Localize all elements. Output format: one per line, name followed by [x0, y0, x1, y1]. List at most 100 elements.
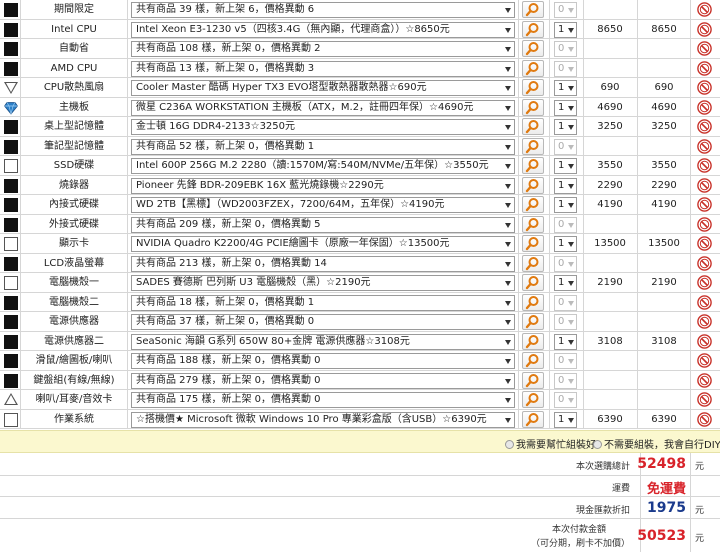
- magnifier-icon: [523, 158, 543, 176]
- cancel-icon[interactable]: [697, 119, 712, 134]
- unit-price: 3250: [597, 121, 623, 132]
- quantity-select[interactable]: 1: [554, 197, 577, 213]
- product-select[interactable]: 共有商品 108 樣，新上架 0，價格異動 2: [131, 41, 515, 57]
- chevron-down-icon: [505, 105, 511, 111]
- search-button[interactable]: [522, 391, 544, 408]
- quantity-select[interactable]: 1: [554, 411, 577, 428]
- quantity-select[interactable]: 1: [554, 80, 577, 96]
- cancel-icon[interactable]: [697, 333, 712, 349]
- chevron-down-icon: [505, 27, 511, 33]
- cancel-icon[interactable]: [697, 392, 712, 407]
- quantity-select[interactable]: 1: [554, 177, 577, 194]
- cancel-icon[interactable]: [697, 99, 712, 115]
- chevron-down-icon: [568, 8, 574, 13]
- cancel-icon[interactable]: [697, 411, 712, 427]
- search-button[interactable]: [522, 20, 544, 38]
- search-button[interactable]: [522, 196, 544, 213]
- assembly-diy-radio[interactable]: 不需要組裝，我會自行DIY: [593, 436, 720, 451]
- component-row: 電源供應器 共有商品 37 樣，新上架 0，價格異動 0 0: [0, 312, 720, 332]
- cancel-icon[interactable]: [697, 314, 712, 329]
- product-select[interactable]: 共有商品 279 樣，新上架 0，價格異動 0: [131, 372, 515, 389]
- product-select[interactable]: 共有商品 175 樣，新上架 0，價格異動 0: [131, 392, 515, 408]
- product-select[interactable]: 共有商品 37 樣，新上架 0，價格異動 0: [131, 314, 515, 330]
- cancel-icon[interactable]: [697, 80, 712, 95]
- product-select[interactable]: ☆搭機價★ Microsoft 微軟 Windows 10 Pro 專業彩盒版（…: [131, 411, 515, 428]
- cash-discount-unit: 元: [695, 506, 705, 516]
- search-button[interactable]: [522, 1, 544, 18]
- assembly-needed-radio[interactable]: 我需要幫忙組裝好: [505, 436, 596, 451]
- payment-label: 本次付款金額: [551, 525, 606, 535]
- search-button[interactable]: [522, 352, 544, 369]
- cancel-icon[interactable]: [697, 2, 712, 17]
- quantity-select[interactable]: 1: [554, 236, 577, 252]
- quantity-value: 0: [558, 394, 565, 405]
- product-select[interactable]: 共有商品 213 樣，新上架 0，價格異動 14: [131, 255, 515, 272]
- search-button[interactable]: [522, 410, 544, 428]
- quantity-select[interactable]: 1: [554, 333, 577, 350]
- search-button[interactable]: [522, 332, 544, 350]
- product-select[interactable]: 共有商品 39 樣，新上架 6，價格異動 6: [131, 2, 515, 18]
- line-subtotal: 13500: [648, 238, 680, 249]
- product-select[interactable]: 金士頓 16G DDR4-2133☆3250元: [131, 119, 515, 135]
- product-select[interactable]: 共有商品 188 樣，新上架 0，價格異動 0: [131, 353, 515, 369]
- cancel-icon[interactable]: [697, 41, 712, 56]
- quantity-select[interactable]: 1: [554, 275, 577, 291]
- cancel-icon[interactable]: [697, 216, 712, 232]
- product-select[interactable]: Intel Xeon E3-1230 v5（四核3.4G（無內顯，代理商盒））☆…: [131, 21, 515, 38]
- unit-price: 4690: [597, 101, 623, 113]
- cancel-icon[interactable]: [697, 21, 712, 37]
- product-select[interactable]: WD 2TB【黑標】（WD2003FZEX，7200/64M，五年保）☆4190…: [131, 197, 515, 213]
- cancel-icon[interactable]: [697, 372, 712, 388]
- cancel-icon[interactable]: [697, 60, 712, 76]
- search-button[interactable]: [522, 371, 544, 389]
- quantity-select[interactable]: 1: [554, 119, 577, 135]
- line-subtotal: 6390: [651, 413, 677, 425]
- search-button[interactable]: [522, 254, 544, 272]
- product-select[interactable]: SADES 賽德斯 巴列斯 U3 電腦機殼（黑）☆2190元: [131, 275, 515, 291]
- quantity-select[interactable]: 1: [554, 158, 577, 174]
- product-select[interactable]: 共有商品 209 樣，新上架 0，價格異動 5: [131, 216, 515, 233]
- quantity-select[interactable]: 1: [554, 21, 577, 38]
- cancel-icon[interactable]: [697, 197, 712, 212]
- search-button[interactable]: [522, 157, 544, 174]
- product-select[interactable]: NVIDIA Quadro K2200/4G PCIE繪圖卡（原廠一年保固）☆1…: [131, 236, 515, 252]
- cancel-icon[interactable]: [697, 275, 712, 290]
- product-select[interactable]: 共有商品 13 樣，新上架 0，價格異動 3: [131, 60, 515, 77]
- chevron-down-icon: [505, 183, 511, 189]
- cancel-icon[interactable]: [697, 353, 712, 368]
- search-button[interactable]: [522, 118, 544, 135]
- cancel-icon[interactable]: [697, 255, 712, 271]
- filled-square-icon: [4, 256, 18, 271]
- search-button[interactable]: [522, 98, 544, 116]
- component-name: AMD CPU: [50, 62, 98, 74]
- cancel-icon[interactable]: [697, 138, 712, 154]
- search-button[interactable]: [522, 79, 544, 96]
- search-button[interactable]: [522, 313, 544, 330]
- product-select[interactable]: Pioneer 先鋒 BDR-209EBK 16X 藍光燒錄機☆2290元: [131, 177, 515, 194]
- cancel-icon[interactable]: [697, 294, 712, 310]
- cancel-icon[interactable]: [697, 236, 712, 251]
- search-button[interactable]: [522, 293, 544, 311]
- search-button[interactable]: [522, 176, 544, 194]
- product-select[interactable]: 微星 C236A WORKSTATION 主機板（ATX，M.2，註冊四年保）☆…: [131, 99, 515, 116]
- search-button[interactable]: [522, 235, 544, 252]
- quantity-select: 0: [554, 372, 577, 389]
- chevron-down-icon: [505, 320, 511, 325]
- product-select[interactable]: Intel 600P 256G M.2 2280（讀:1570M/寫:540M/…: [131, 158, 515, 174]
- search-button[interactable]: [522, 137, 544, 155]
- chevron-down-icon: [568, 378, 574, 384]
- quantity-select[interactable]: 1: [554, 99, 577, 116]
- search-button[interactable]: [522, 40, 544, 57]
- search-button[interactable]: [522, 59, 544, 77]
- search-button[interactable]: [522, 215, 544, 233]
- product-select[interactable]: 共有商品 52 樣，新上架 0，價格異動 1: [131, 138, 515, 155]
- chevron-down-icon: [505, 66, 511, 72]
- search-button[interactable]: [522, 274, 544, 291]
- product-select[interactable]: Cooler Master 酷碼 Hyper TX3 EVO塔型散熱器散熱器☆6…: [131, 80, 515, 96]
- filled-square-icon: [4, 315, 18, 329]
- quantity-select: 0: [554, 255, 577, 272]
- product-select[interactable]: SeaSonic 海韻 G系列 650W 80+金牌 電源供應器☆3108元: [131, 333, 515, 350]
- cancel-icon[interactable]: [697, 158, 712, 173]
- product-select[interactable]: 共有商品 18 樣，新上架 0，價格異動 1: [131, 294, 515, 311]
- cancel-icon[interactable]: [697, 177, 712, 193]
